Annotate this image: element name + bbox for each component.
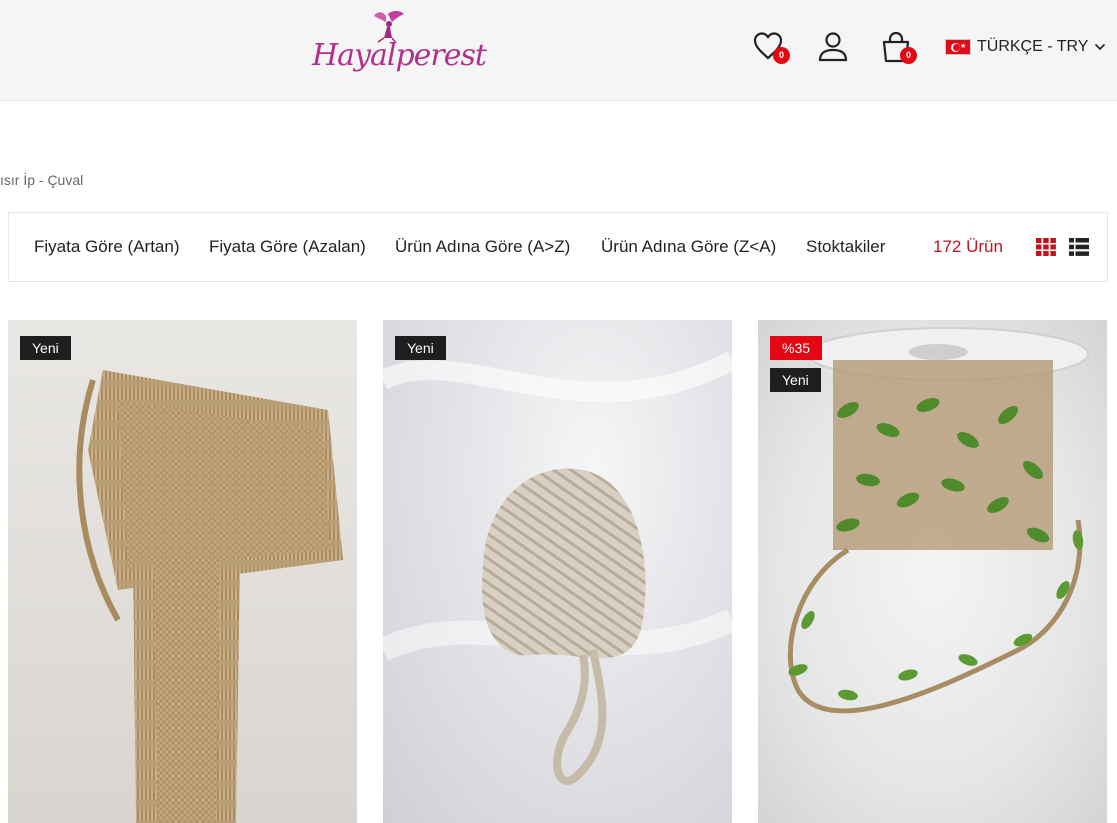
product-count: 172 Ürün: [933, 237, 1003, 256]
new-badge: Yeni: [770, 368, 821, 392]
language-currency-selector[interactable]: ★ TÜRKÇE - TRY: [945, 36, 1106, 58]
discount-badge: %35: [770, 336, 823, 360]
breadcrumb[interactable]: ısır İp - Çuval: [0, 172, 83, 188]
cart-button[interactable]: 0: [879, 30, 917, 64]
product-image: [76, 370, 343, 823]
site-logo[interactable]: Hayalperest: [312, 10, 487, 90]
cart-count-badge: 0: [900, 47, 917, 64]
grid-view-icon[interactable]: [1036, 238, 1056, 256]
chevron-down-icon: [1095, 43, 1106, 51]
product-card[interactable]: %35 Yeni: [758, 320, 1107, 823]
sort-name-desc[interactable]: Ürün Adına Göre (Z<A): [601, 237, 776, 257]
sort-toolbar: Fiyata Göre (Artan) Fiyata Göre (Azalan)…: [8, 212, 1108, 282]
user-icon: [818, 32, 848, 62]
product-image: [383, 351, 732, 785]
account-button[interactable]: [816, 30, 850, 64]
sort-price-desc[interactable]: Fiyata Göre (Azalan): [209, 237, 366, 257]
site-header: Hayalperest 0 0 ★ TÜRKÇE - TRY: [0, 0, 1117, 101]
wishlist-button[interactable]: 0: [752, 30, 790, 64]
new-badge: Yeni: [395, 336, 446, 360]
turkey-flag-icon: ★: [945, 39, 971, 55]
product-image: [787, 327, 1089, 714]
list-view-icon[interactable]: [1069, 238, 1089, 256]
sort-price-asc[interactable]: Fiyata Göre (Artan): [34, 237, 180, 257]
logo-wordmark: Hayalperest: [312, 38, 487, 73]
product-card[interactable]: Yeni: [8, 320, 357, 823]
wishlist-count-badge: 0: [773, 47, 790, 64]
sort-in-stock[interactable]: Stoktakiler: [806, 237, 885, 257]
language-label: TÜRKÇE - TRY: [977, 38, 1089, 55]
product-card[interactable]: Yeni: [383, 320, 732, 823]
new-badge: Yeni: [20, 336, 71, 360]
sort-name-asc[interactable]: Ürün Adına Göre (A>Z): [395, 237, 570, 257]
